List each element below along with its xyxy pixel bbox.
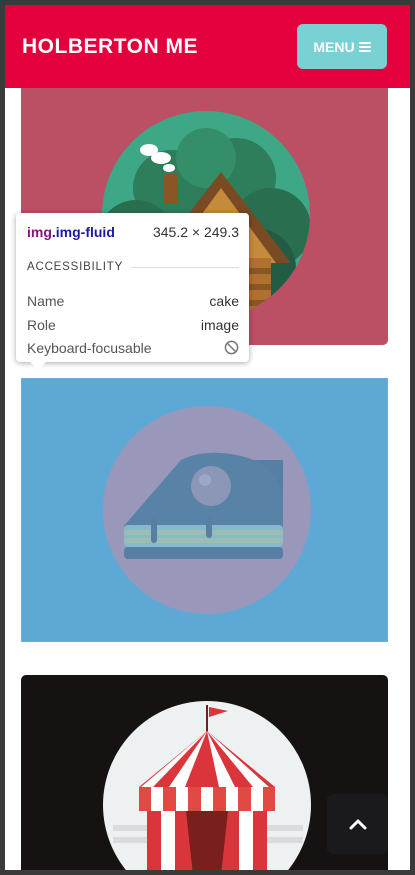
tooltip-arrow [30,362,46,370]
scroll-to-top-button[interactable] [327,794,388,854]
navbar: HOLBERTON ME MENU [5,5,410,88]
inspector-tooltip: img.img-fluid 345.2 × 249.3 ACCESSIBILIT… [16,213,249,370]
hamburger-icon [358,41,371,52]
inspector-row-name: Name cake [27,293,239,309]
inspector-row-role: Role image [27,317,239,333]
inspector-header: img.img-fluid 345.2 × 249.3 [27,224,239,240]
not-allowed-icon [224,340,239,355]
inspector-selector: img.img-fluid [27,224,115,240]
inspector-row-keyboard-focusable: Keyboard-focusable [27,340,239,356]
menu-button[interactable]: MENU [297,24,387,69]
brand-logo-text[interactable]: HOLBERTON ME [22,35,198,59]
device-viewport: HOLBERTON ME MENU [5,5,410,870]
inspector-section-header: ACCESSIBILITY [27,261,239,273]
menu-button-label: MENU [313,38,355,55]
inspector-size: 345.2 × 249.3 [152,224,239,240]
element-highlight-overlay [21,378,388,642]
chevron-up-icon [349,819,366,830]
